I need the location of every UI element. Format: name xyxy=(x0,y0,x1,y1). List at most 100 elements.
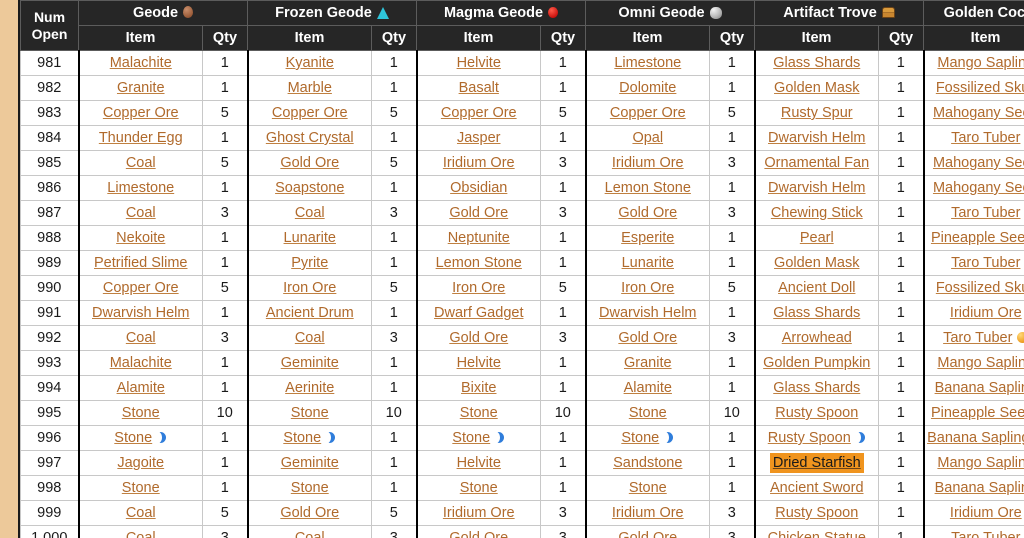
item-link[interactable]: Ancient Doll xyxy=(778,280,855,296)
item-link[interactable]: Pineapple Seeds xyxy=(931,405,1024,421)
item-link[interactable]: Granite xyxy=(624,355,672,371)
item-link[interactable]: Iridium Ore xyxy=(443,155,515,171)
item-link[interactable]: Opal xyxy=(632,130,663,146)
item-link[interactable]: Stone xyxy=(621,430,659,446)
item-link[interactable]: Mahogany Seed xyxy=(933,105,1024,121)
item-link[interactable]: Arrowhead xyxy=(782,330,852,346)
item-link[interactable]: Thunder Egg xyxy=(99,130,183,146)
item-link[interactable]: Stone xyxy=(629,405,667,421)
item-link[interactable]: Pearl xyxy=(800,230,834,246)
item-link[interactable]: Coal xyxy=(126,205,156,221)
item-link[interactable]: Dolomite xyxy=(619,80,676,96)
item-link[interactable]: Stone xyxy=(122,480,160,496)
item-link[interactable]: Fossilized Skull xyxy=(936,280,1024,296)
item-link[interactable]: Ghost Crystal xyxy=(266,130,354,146)
item-link[interactable]: Lemon Stone xyxy=(605,180,691,196)
item-link[interactable]: Stone xyxy=(629,480,667,496)
item-link[interactable]: Golden Mask xyxy=(774,80,859,96)
item-link[interactable]: Dried Starfish xyxy=(773,455,861,471)
item-link[interactable]: Gold Ore xyxy=(280,155,339,171)
item-link[interactable]: Alamite xyxy=(117,380,165,396)
item-link[interactable]: Bixite xyxy=(461,380,496,396)
item-link[interactable]: Iron Ore xyxy=(452,280,505,296)
item-link[interactable]: Neptunite xyxy=(448,230,510,246)
item-link[interactable]: Lunarite xyxy=(622,255,674,271)
item-link[interactable]: Rusty Spoon xyxy=(768,430,851,446)
item-link[interactable]: Helvite xyxy=(457,455,501,471)
item-link[interactable]: Stone xyxy=(460,405,498,421)
item-link[interactable]: Banana Sapling xyxy=(927,430,1024,446)
item-link[interactable]: Copper Ore xyxy=(103,280,179,296)
item-link[interactable]: Dwarf Gadget xyxy=(434,305,523,321)
item-link[interactable]: Alamite xyxy=(624,380,672,396)
item-link[interactable]: Geminite xyxy=(281,455,339,471)
item-link[interactable]: Copper Ore xyxy=(272,105,348,121)
item-link[interactable]: Limestone xyxy=(107,180,174,196)
item-link[interactable]: Gold Ore xyxy=(449,205,508,221)
item-link[interactable]: Sandstone xyxy=(613,455,682,471)
item-link[interactable]: Chicken Statue xyxy=(768,530,866,538)
item-link[interactable]: Geminite xyxy=(281,355,339,371)
item-link[interactable]: Iridium Ore xyxy=(443,505,515,521)
item-link[interactable]: Gold Ore xyxy=(449,330,508,346)
item-link[interactable]: Rusty Spoon xyxy=(775,505,858,521)
item-link[interactable]: Stone xyxy=(114,430,152,446)
item-link[interactable]: Coal xyxy=(126,505,156,521)
item-link[interactable]: Coal xyxy=(126,330,156,346)
item-link[interactable]: Jasper xyxy=(457,130,501,146)
item-link[interactable]: Copper Ore xyxy=(610,105,686,121)
item-link[interactable]: Iridium Ore xyxy=(950,505,1022,521)
item-link[interactable]: Ancient Drum xyxy=(266,305,354,321)
item-link[interactable]: Iron Ore xyxy=(621,280,674,296)
item-link[interactable]: Taro Tuber xyxy=(951,130,1020,146)
item-link[interactable]: Stone xyxy=(283,430,321,446)
item-link[interactable]: Esperite xyxy=(621,230,674,246)
item-link[interactable]: Taro Tuber xyxy=(951,530,1020,538)
item-link[interactable]: Golden Pumpkin xyxy=(763,355,870,371)
item-link[interactable]: Pyrite xyxy=(291,255,328,271)
item-link[interactable]: Rusty Spoon xyxy=(775,405,858,421)
item-link[interactable]: Coal xyxy=(295,330,325,346)
item-link[interactable]: Glass Shards xyxy=(773,55,860,71)
item-link[interactable]: Gold Ore xyxy=(618,530,677,538)
item-link[interactable]: Limestone xyxy=(614,55,681,71)
item-link[interactable]: Marble xyxy=(288,80,332,96)
item-link[interactable]: Coal xyxy=(126,155,156,171)
item-link[interactable]: Iridium Ore xyxy=(612,505,684,521)
item-link[interactable]: Ornamental Fan xyxy=(764,155,869,171)
item-link[interactable]: Mahogany Seed xyxy=(933,155,1024,171)
item-link[interactable]: Iron Ore xyxy=(283,280,336,296)
item-link[interactable]: Iridium Ore xyxy=(950,305,1022,321)
item-link[interactable]: Kyanite xyxy=(286,55,334,71)
item-link[interactable]: Soapstone xyxy=(275,180,344,196)
item-link[interactable]: Dwarvish Helm xyxy=(92,305,190,321)
item-link[interactable]: Lunarite xyxy=(284,230,336,246)
item-link[interactable]: Helvite xyxy=(457,55,501,71)
item-link[interactable]: Helvite xyxy=(457,355,501,371)
item-link[interactable]: Mango Sapling xyxy=(937,55,1024,71)
item-link[interactable]: Jagoite xyxy=(117,455,164,471)
item-link[interactable]: Dwarvish Helm xyxy=(768,130,866,146)
item-link[interactable]: Banana Sapling xyxy=(935,480,1024,496)
item-link[interactable]: Glass Shards xyxy=(773,380,860,396)
item-link[interactable]: Copper Ore xyxy=(103,105,179,121)
item-link[interactable]: Taro Tuber xyxy=(943,330,1012,346)
item-link[interactable]: Ancient Sword xyxy=(770,480,864,496)
item-link[interactable]: Dwarvish Helm xyxy=(768,180,866,196)
item-link[interactable]: Stone xyxy=(122,405,160,421)
item-link[interactable]: Nekoite xyxy=(116,230,165,246)
item-link[interactable]: Rusty Spur xyxy=(781,105,853,121)
item-link[interactable]: Copper Ore xyxy=(441,105,517,121)
item-link[interactable]: Basalt xyxy=(459,80,499,96)
item-link[interactable]: Stone xyxy=(460,480,498,496)
item-link[interactable]: Coal xyxy=(295,205,325,221)
item-link[interactable]: Coal xyxy=(295,530,325,538)
item-link[interactable]: Gold Ore xyxy=(449,530,508,538)
item-link[interactable]: Glass Shards xyxy=(773,305,860,321)
item-link[interactable]: Granite xyxy=(117,80,165,96)
item-link[interactable]: Lemon Stone xyxy=(436,255,522,271)
item-link[interactable]: Coal xyxy=(126,530,156,538)
item-link[interactable]: Mango Sapling xyxy=(937,455,1024,471)
item-link[interactable]: Fossilized Skull xyxy=(936,80,1024,96)
item-link[interactable]: Iridium Ore xyxy=(612,155,684,171)
